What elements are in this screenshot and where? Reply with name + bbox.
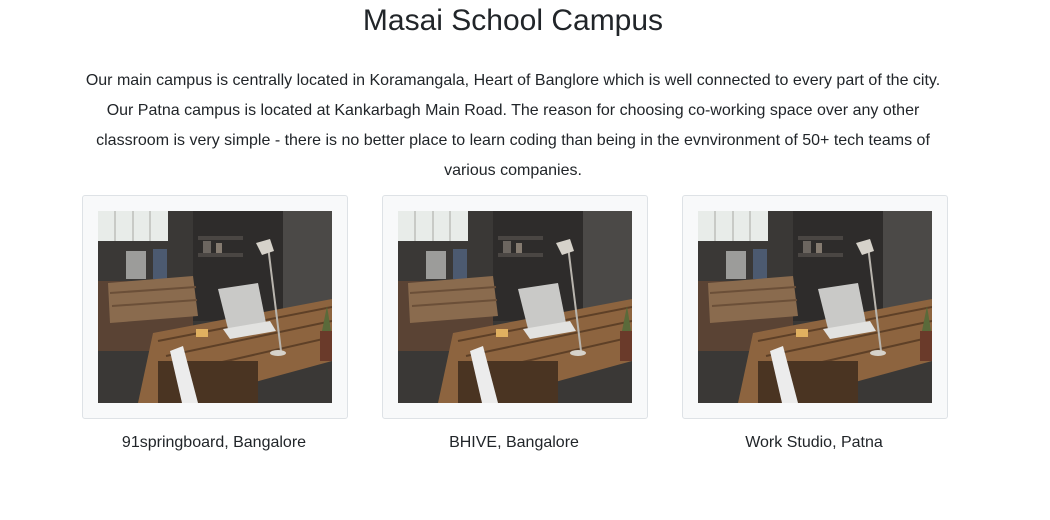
campus-photo[interactable] [698,211,932,403]
page-title: Masai School Campus [362,4,664,37]
campus-image-frame [82,195,348,419]
campus-image-frame [382,195,648,419]
campus-cards: 91springboard, Bangalore BHIVE, Bangalor… [0,195,1050,465]
campus-card-work-studio[interactable]: Work Studio, Patna [682,195,948,453]
campus-card-91springboard[interactable]: 91springboard, Bangalore [82,195,348,453]
intro-paragraph: Our main campus is centrally located in … [85,72,941,179]
campus-image-frame [682,195,948,419]
campus-caption: Work Studio, Patna [745,434,883,451]
page: Masai School Campus Our main campus is c… [0,0,1050,520]
campus-card-bhive[interactable]: BHIVE, Bangalore [382,195,648,453]
campus-photo[interactable] [398,211,632,403]
campus-caption: BHIVE, Bangalore [449,434,579,451]
campus-caption: 91springboard, Bangalore [121,434,307,451]
campus-photo[interactable] [98,211,332,403]
